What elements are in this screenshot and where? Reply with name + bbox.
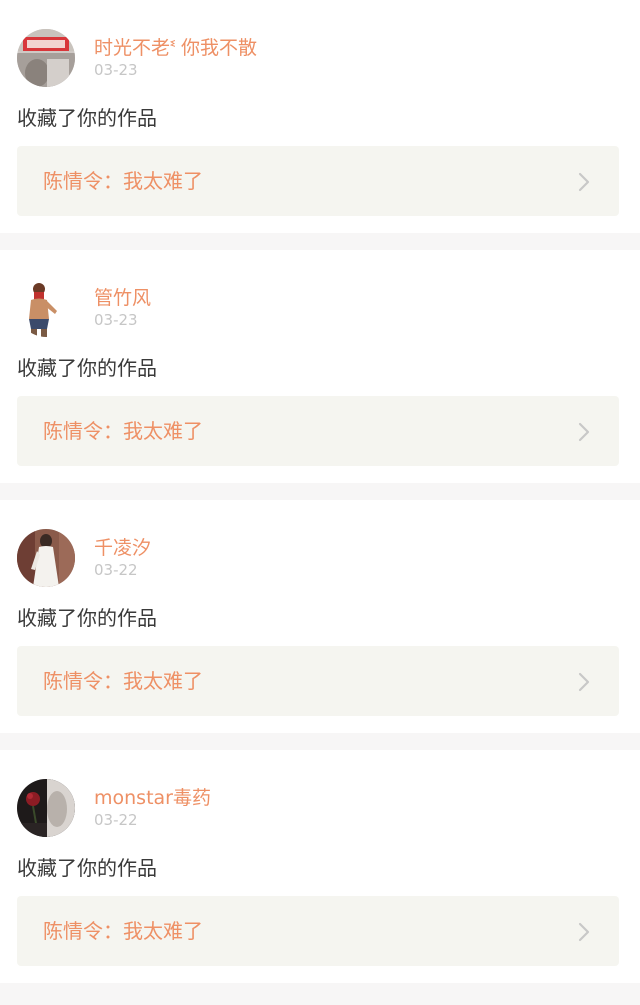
action-text: 收藏了你的作品: [17, 856, 157, 880]
notification-feed: 时光不老ᓫ 你我不散 03-23 收藏了你的作品 陈情令：我太难了 管竹风 03…: [0, 0, 640, 1000]
notification-card: monstar毒药 03-22 收藏了你的作品 陈情令：我太难了: [0, 750, 640, 983]
avatar-red-sign-photo-icon: [17, 29, 75, 87]
username[interactable]: 千凌汐: [94, 536, 151, 560]
card-divider: [0, 483, 640, 500]
work-title: 陈情令：我太难了: [43, 669, 203, 693]
notification-card: 管竹风 03-23 收藏了你的作品 陈情令：我太难了: [0, 250, 640, 483]
notification-date: 03-22: [94, 811, 138, 829]
notification-card: 时光不老ᓫ 你我不散 03-23 收藏了你的作品 陈情令：我太难了: [0, 0, 640, 233]
work-title: 陈情令：我太难了: [43, 419, 203, 443]
work-link-card[interactable]: 陈情令：我太难了: [17, 396, 619, 466]
user-avatar[interactable]: [17, 279, 75, 337]
action-text: 收藏了你的作品: [17, 356, 157, 380]
chevron-right-icon: [578, 172, 590, 192]
work-title: 陈情令：我太难了: [43, 919, 203, 943]
card-divider: [0, 733, 640, 750]
work-link-card[interactable]: 陈情令：我太难了: [17, 646, 619, 716]
card-divider: [0, 233, 640, 250]
work-title: 陈情令：我太难了: [43, 169, 203, 193]
avatar-figure-illustration-icon: [17, 279, 75, 337]
card-divider: [0, 983, 640, 1000]
notification-date: 03-22: [94, 561, 138, 579]
work-link-card[interactable]: 陈情令：我太难了: [17, 146, 619, 216]
avatar-dark-rose-photo-icon: [17, 779, 75, 837]
user-avatar[interactable]: [17, 529, 75, 587]
notification-date: 03-23: [94, 311, 138, 329]
avatar-white-dress-photo-icon: [17, 529, 75, 587]
action-text: 收藏了你的作品: [17, 606, 157, 630]
chevron-right-icon: [578, 672, 590, 692]
notification-date: 03-23: [94, 61, 138, 79]
chevron-right-icon: [578, 922, 590, 942]
username[interactable]: 管竹风: [94, 286, 151, 310]
work-link-card[interactable]: 陈情令：我太难了: [17, 896, 619, 966]
username[interactable]: 时光不老ᓫ 你我不散: [94, 36, 257, 60]
username[interactable]: monstar毒药: [94, 786, 211, 810]
notification-card: 千凌汐 03-22 收藏了你的作品 陈情令：我太难了: [0, 500, 640, 733]
user-avatar[interactable]: [17, 779, 75, 837]
action-text: 收藏了你的作品: [17, 106, 157, 130]
chevron-right-icon: [578, 422, 590, 442]
user-avatar[interactable]: [17, 29, 75, 87]
